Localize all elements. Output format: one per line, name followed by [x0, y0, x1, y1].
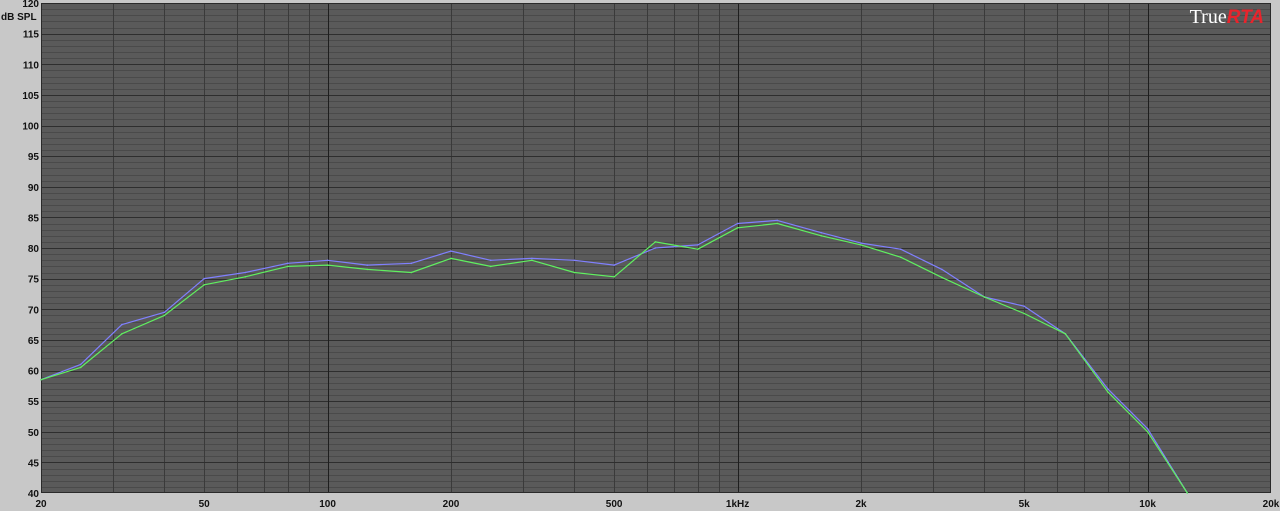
series-2-point [531, 259, 533, 262]
series-2-point [79, 366, 82, 369]
y-tick-label: 65 [28, 336, 40, 347]
series-2-point [366, 268, 369, 271]
y-tick-label: 115 [23, 30, 40, 41]
y-tick-label: 95 [28, 152, 40, 163]
series-1-point [1146, 427, 1149, 430]
series-2-point [654, 241, 657, 243]
x-tick-label: 1kHz [726, 499, 749, 510]
series-2-point [573, 271, 576, 274]
series-1-point [736, 222, 739, 225]
series-1-point [697, 244, 699, 246]
series-2-point [736, 227, 739, 229]
x-tick-label: 50 [199, 499, 211, 510]
logo-rta-text: RTA [1227, 7, 1264, 28]
series-2-point [287, 265, 289, 268]
series-1-point [410, 262, 413, 265]
series-1-point [654, 247, 657, 249]
series-1-point [776, 219, 779, 222]
series-1-point [613, 264, 615, 266]
y-tick-label: 75 [28, 275, 40, 286]
series-1-point [941, 268, 943, 271]
series-2-point [203, 284, 205, 286]
series-1-point [244, 271, 247, 274]
series-1-point [326, 259, 329, 262]
series-2-point [941, 276, 943, 279]
series-2-point [697, 248, 699, 250]
series-1-point [163, 311, 166, 314]
series-1-point [573, 259, 576, 262]
x-tick-label: 200 [443, 499, 460, 510]
series-2-point [1186, 492, 1189, 494]
y-tick-label: 105 [22, 91, 39, 102]
series-2-point [163, 314, 166, 317]
y-tick-label: 45 [28, 458, 40, 469]
x-tick-label: 100 [319, 499, 336, 510]
truerta-logo: TrueRTA [1190, 6, 1264, 28]
series-2-point [1146, 431, 1149, 433]
series-1-point [860, 242, 862, 244]
series-2-point [899, 256, 902, 259]
series-1-point [820, 231, 823, 234]
x-tick-label: 5k [1019, 499, 1031, 510]
series-2-point [244, 276, 247, 278]
logo-true-text: True [1190, 6, 1227, 28]
y-tick-label: 50 [28, 428, 40, 439]
y-tick-label: 120 [22, 0, 39, 10]
series-2-point [776, 222, 779, 225]
series-2-point [410, 271, 413, 274]
series-2-point [983, 296, 986, 298]
series-1-point [450, 250, 452, 252]
y-tick-label: 55 [28, 397, 40, 408]
series-2-point [489, 265, 492, 268]
series-1-point [899, 248, 902, 250]
series-2-point [1023, 312, 1025, 315]
series-1-point [203, 277, 205, 280]
x-tick-label: 20 [35, 499, 47, 510]
y-tick-label: 100 [22, 122, 39, 133]
series-2-point [613, 276, 615, 278]
y-axis-unit-label: dB SPL [1, 12, 37, 23]
series-1-point [489, 259, 492, 262]
series-2-point [121, 333, 123, 335]
series-2-point [1064, 333, 1067, 335]
series-2-point [450, 257, 452, 260]
y-tick-label: 60 [28, 367, 40, 378]
series-2-point [820, 235, 823, 237]
x-tick-label: 500 [606, 499, 623, 510]
series-2-point [860, 244, 862, 246]
series-1-point [1023, 305, 1025, 308]
series-1-point [79, 363, 82, 366]
y-tick-label: 90 [28, 183, 40, 194]
y-tick-label: 80 [28, 244, 40, 255]
series-1-point [531, 257, 533, 260]
series-2-point [326, 264, 329, 266]
y-tick-label: 110 [23, 60, 40, 71]
x-tick-label: 20k [1263, 499, 1280, 510]
y-tick-label: 85 [28, 213, 40, 224]
y-tick-label: 70 [28, 305, 40, 316]
series-2-point [1107, 391, 1109, 393]
x-tick-label: 10k [1139, 499, 1156, 510]
series-1-point [366, 264, 369, 266]
x-tick-label: 2k [855, 499, 867, 510]
series-1-point [121, 323, 123, 326]
series-1-point [287, 262, 289, 265]
series-2-point [40, 378, 42, 381]
rta-chart: 120115110105100959085807570656055504540 … [0, 0, 1280, 511]
series-1-point [1107, 388, 1109, 390]
